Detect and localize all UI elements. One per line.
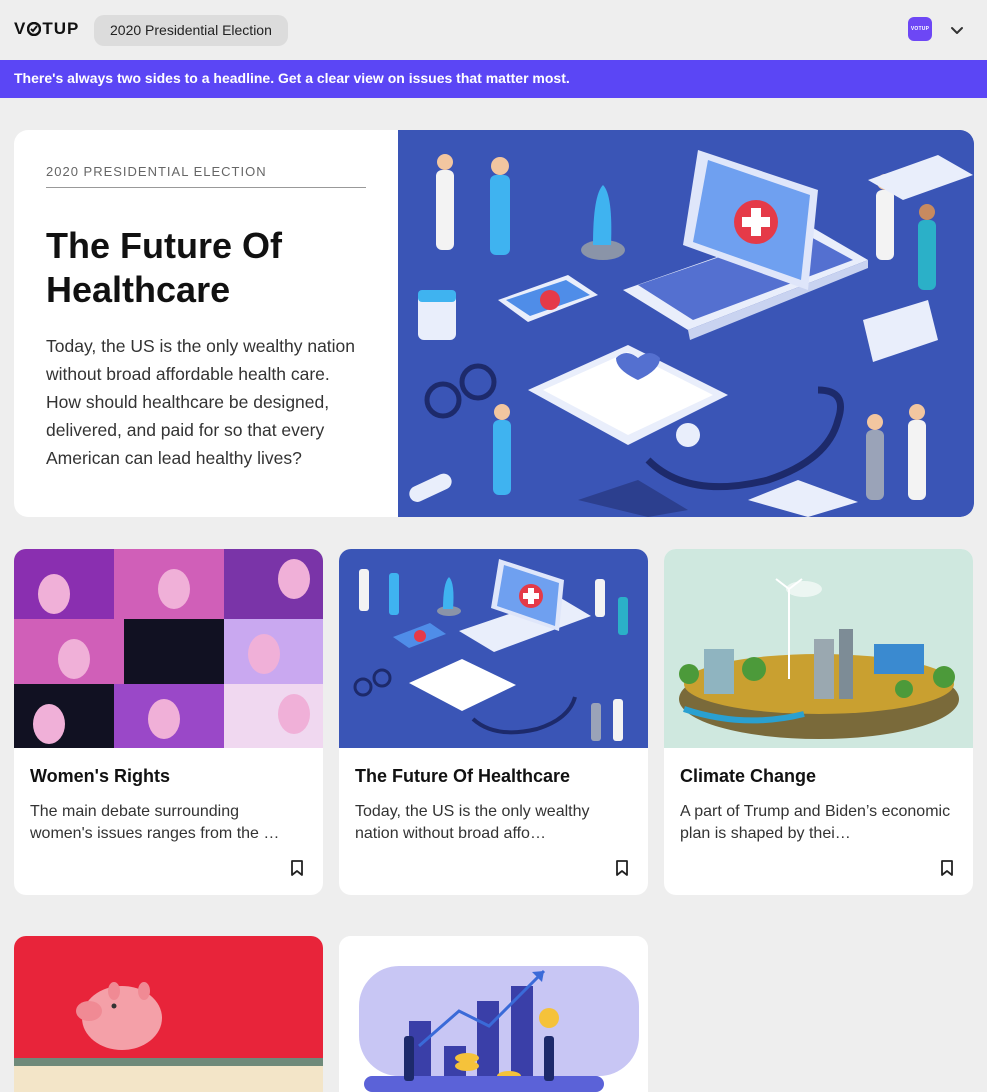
- top-bar: V TUP 2020 Presidential Election VOTUP: [0, 0, 987, 60]
- card-title[interactable]: The Future Of Healthcare: [355, 766, 570, 787]
- tagline-banner: There's always two sides to a headline. …: [0, 60, 987, 98]
- healthcare-thumbnail: [339, 549, 648, 748]
- topic-card-womens-rights[interactable]: Women's Rights The main debate surroundi…: [14, 549, 323, 895]
- logo-check-icon: [27, 22, 42, 36]
- card-description: The main debate surrounding women's issu…: [30, 803, 280, 842]
- chevron-down-icon[interactable]: [949, 24, 965, 38]
- card-title[interactable]: Climate Change: [680, 766, 816, 787]
- card-description: Today, the US is the only wealthy nation…: [355, 803, 590, 842]
- womens-rights-illustration: [14, 549, 323, 748]
- section-chip[interactable]: 2020 Presidential Election: [94, 15, 288, 46]
- hero-kicker: 2020 PRESIDENTIAL ELECTION: [46, 164, 366, 188]
- hero-title[interactable]: The Future Of Healthcare: [46, 224, 366, 312]
- piggy-bank-illustration: [14, 936, 323, 1092]
- topic-card-climate-change[interactable]: Climate Change A part of Trump and Biden…: [664, 549, 973, 895]
- card-description: A part of Trump and Biden’s economic pla…: [680, 803, 951, 842]
- economy-illustration: [339, 936, 648, 1092]
- climate-change-illustration: [664, 549, 973, 748]
- healthcare-illustration[interactable]: [398, 130, 974, 517]
- votup-logo[interactable]: V TUP: [14, 19, 79, 39]
- topic-card-economy[interactable]: [339, 936, 648, 1092]
- user-avatar-badge[interactable]: VOTUP: [908, 17, 932, 41]
- bookmark-icon[interactable]: [615, 860, 629, 876]
- topic-card-savings[interactable]: [14, 936, 323, 1092]
- hero-card[interactable]: 2020 PRESIDENTIAL ELECTION The Future Of…: [14, 130, 974, 517]
- hero-description: Today, the US is the only wealthy nation…: [46, 336, 356, 468]
- topic-card-healthcare[interactable]: The Future Of Healthcare Today, the US i…: [339, 549, 648, 895]
- card-title[interactable]: Women's Rights: [30, 766, 170, 787]
- bookmark-icon[interactable]: [290, 860, 304, 876]
- hero-text-block: 2020 PRESIDENTIAL ELECTION The Future Of…: [46, 164, 366, 472]
- bookmark-icon[interactable]: [940, 860, 954, 876]
